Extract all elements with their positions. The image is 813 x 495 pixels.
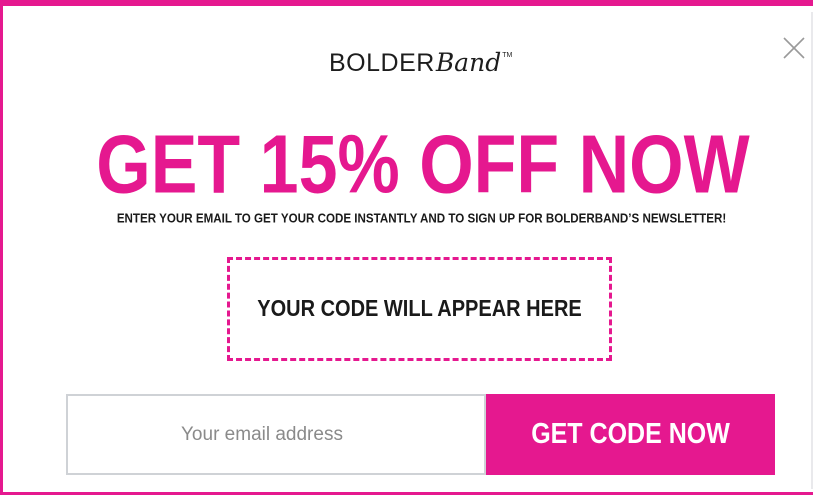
close-icon (783, 37, 805, 59)
subheadline: ENTER YOUR EMAIL TO GET YOUR CODE INSTAN… (116, 210, 727, 226)
get-code-button[interactable]: GET CODE NOW (486, 394, 775, 475)
logo-wordmark-script: Band (435, 48, 502, 77)
code-placeholder-text: YOUR CODE WILL APPEAR HERE (257, 295, 582, 322)
code-placeholder-box: YOUR CODE WILL APPEAR HERE (227, 257, 612, 361)
close-button[interactable] (781, 35, 807, 61)
logo-trademark: TM (502, 52, 513, 59)
get-code-button-label: GET CODE NOW (531, 417, 730, 451)
logo-wordmark-bold: BOLDER (329, 49, 435, 77)
brand-logo: BOLDER Band TM (329, 48, 512, 88)
popup-modal: BOLDER Band TM GET 15% OFF NOW ENTER YOU… (0, 0, 813, 495)
headline: GET 15% OFF NOW (96, 118, 750, 211)
email-input[interactable] (66, 394, 486, 475)
